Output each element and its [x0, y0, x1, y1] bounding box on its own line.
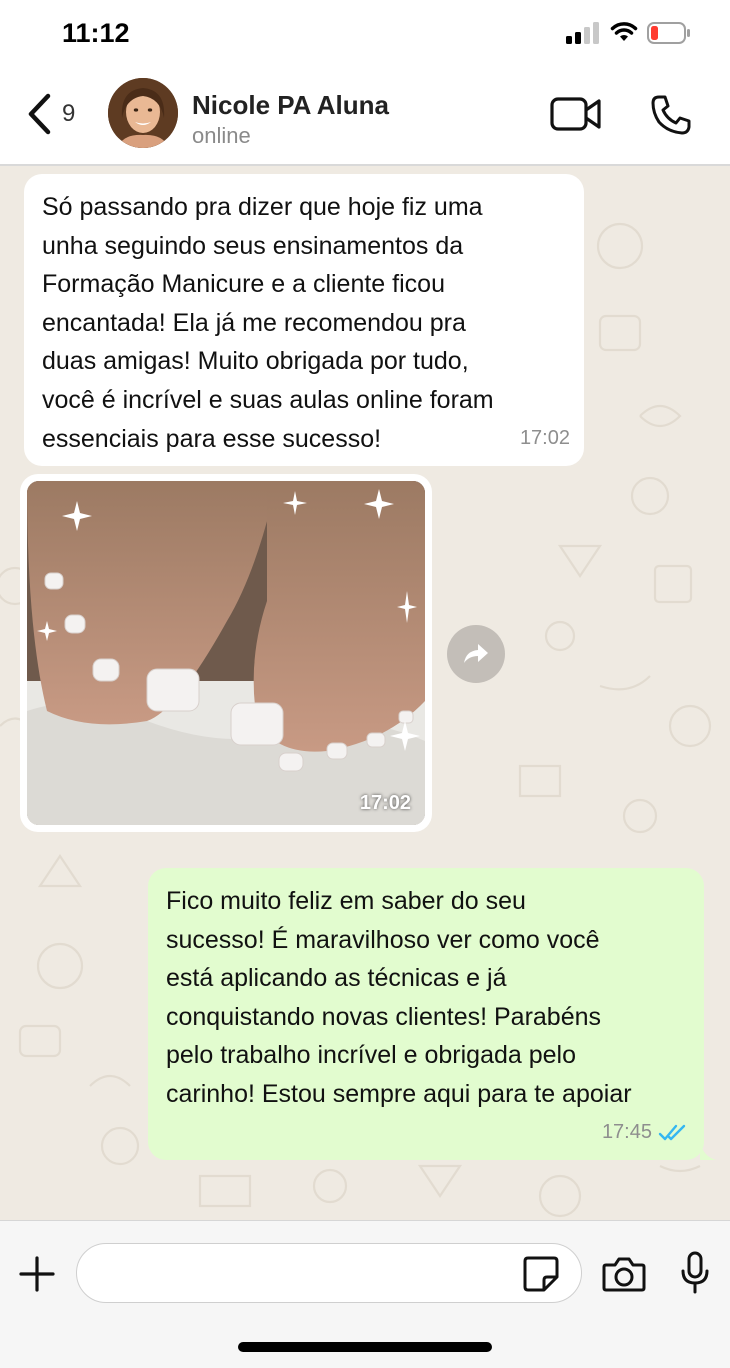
message-line: você é incrível e suas aulas online fora…: [42, 385, 494, 414]
forward-arrow-icon: [464, 644, 488, 663]
contact-name[interactable]: Nicole PA Aluna: [192, 90, 389, 121]
message-line: pelo trabalho incrível e obrigada pelo: [166, 1041, 576, 1070]
chat-header: 9 Nicole PA Aluna online: [0, 68, 730, 166]
camera-icon[interactable]: [602, 1255, 646, 1293]
forward-button[interactable]: [447, 625, 505, 683]
plus-icon[interactable]: [18, 1255, 56, 1293]
incoming-image-message[interactable]: 17:02: [20, 474, 432, 832]
message-line: essenciais para esse sucesso!: [42, 424, 382, 453]
message-line: unha seguindo seus ensinamentos da: [42, 231, 464, 260]
message-line: carinho! Estou sempre aqui para te apoia…: [166, 1079, 632, 1108]
message-photo[interactable]: 17:02: [27, 481, 425, 825]
message-input[interactable]: [99, 1244, 529, 1300]
incoming-message[interactable]: Só passando pra dizer que hoje fiz uma u…: [24, 174, 584, 466]
cellular-signal-icon: [566, 22, 599, 44]
home-indicator[interactable]: [238, 1342, 492, 1352]
double-check-icon: [658, 1124, 686, 1140]
message-line: Só passando pra dizer que hoje fiz uma: [42, 193, 483, 221]
sticker-icon[interactable]: [522, 1255, 560, 1293]
status-bar: 11:12: [0, 0, 730, 68]
chat-area[interactable]: Só passando pra dizer que hoje fiz uma u…: [0, 166, 730, 1220]
message-line: conquistando novas clientes! Parabéns: [166, 1002, 602, 1031]
message-time: 17:02: [519, 427, 570, 450]
unread-count: 9: [62, 100, 76, 127]
message-line: Fico muito feliz em saber do seu: [166, 887, 526, 915]
avatar-portrait-icon: [108, 78, 178, 148]
message-line: sucesso! É maravilhoso ver como você: [166, 925, 600, 954]
message-input-wrapper: [76, 1243, 582, 1303]
bubble-tail-icon: [700, 1140, 716, 1160]
message-line: encantada! Ela já me recomendou pra: [42, 308, 466, 337]
photo-time: 17:02: [359, 792, 411, 814]
message-time-wrapper: 17:45: [602, 1113, 688, 1152]
message-line: duas amigas! Muito obrigada por tudo,: [42, 347, 469, 376]
avatar[interactable]: [108, 78, 178, 148]
outgoing-message[interactable]: Fico muito feliz em saber do seu sucesso…: [148, 868, 716, 1160]
message-line: está aplicando as técnicas e já: [166, 964, 507, 993]
contact-status: online: [192, 123, 251, 148]
message-time: 17:45: [601, 1121, 652, 1144]
photo-feet-illustration: [27, 481, 425, 825]
message-line: Formação Manicure e a cliente ficou: [42, 270, 445, 299]
back-button[interactable]: 9: [26, 92, 86, 136]
video-call-icon[interactable]: [550, 96, 602, 132]
phone-call-icon[interactable]: [650, 94, 692, 136]
wifi-icon: [610, 22, 638, 41]
chevron-left-icon: [28, 93, 51, 135]
battery-icon: [647, 22, 690, 44]
status-time: 11:12: [62, 18, 130, 48]
microphone-icon[interactable]: [680, 1251, 710, 1295]
